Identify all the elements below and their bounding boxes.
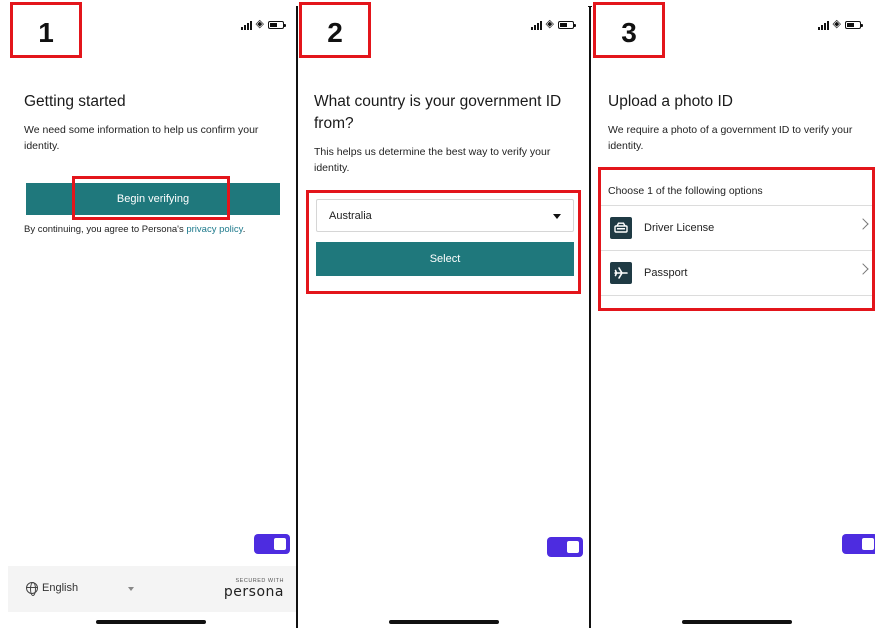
screen-upload-photo-id: ◈ Upload a photo ID We require a photo o… [592, 6, 875, 628]
status-bar: ◈ [240, 18, 286, 30]
step-number: 2 [327, 17, 343, 48]
wifi-icon: ◈ [545, 18, 554, 30]
battery-icon [268, 21, 286, 29]
step-marker-3: 3 [593, 2, 665, 58]
wifi-icon: ◈ [832, 18, 841, 30]
page-title: Upload a photo ID [608, 93, 733, 110]
step-number: 1 [38, 17, 54, 48]
home-indicator [96, 620, 206, 624]
privacy-policy-link[interactable]: privacy policy [186, 224, 242, 235]
consent-suffix: . [242, 224, 246, 235]
language-label: English [42, 582, 79, 594]
page-description: We need some information to help us conf… [24, 124, 259, 152]
footer-bar: English SECURED WITH persona [8, 566, 298, 612]
home-indicator [389, 620, 499, 624]
persona-brand: persona [223, 584, 284, 600]
highlight-country-select [306, 190, 581, 294]
screen-select-country: ◈ What country is your government ID fro… [298, 6, 588, 628]
cellular-signal-icon [530, 21, 542, 30]
step-marker-1: 1 [10, 2, 82, 58]
globe-icon [26, 582, 38, 596]
screen-divider [589, 6, 591, 628]
language-selector[interactable]: English [26, 582, 79, 596]
highlight-begin-verifying [72, 176, 230, 220]
battery-icon [558, 21, 576, 29]
home-indicator [682, 620, 792, 624]
wifi-icon: ◈ [255, 18, 264, 30]
status-bar: ◈ [817, 18, 863, 30]
step-number: 3 [621, 17, 637, 48]
persona-toggle[interactable] [547, 537, 583, 557]
cellular-signal-icon [240, 21, 252, 30]
consent-text: By continuing, you agree to Persona's pr… [24, 224, 286, 235]
page-description: This helps us determine the best way to … [314, 146, 551, 174]
page-title: Getting started [24, 93, 126, 110]
persona-toggle[interactable] [842, 534, 875, 554]
screen-getting-started: ◈ Getting started We need some informati… [8, 6, 298, 628]
highlight-id-options [598, 167, 875, 311]
page-title: What country is your government ID from? [314, 93, 562, 132]
consent-prefix: By continuing, you agree to Persona's [24, 224, 187, 235]
secured-with-persona-logo: SECURED WITH persona [224, 578, 284, 600]
page-description: We require a photo of a government ID to… [608, 124, 853, 152]
battery-icon [845, 21, 863, 29]
cellular-signal-icon [817, 21, 829, 30]
chevron-down-icon[interactable] [128, 587, 134, 591]
status-bar: ◈ [530, 18, 576, 30]
persona-toggle[interactable] [254, 534, 290, 554]
step-marker-2: 2 [299, 2, 371, 58]
